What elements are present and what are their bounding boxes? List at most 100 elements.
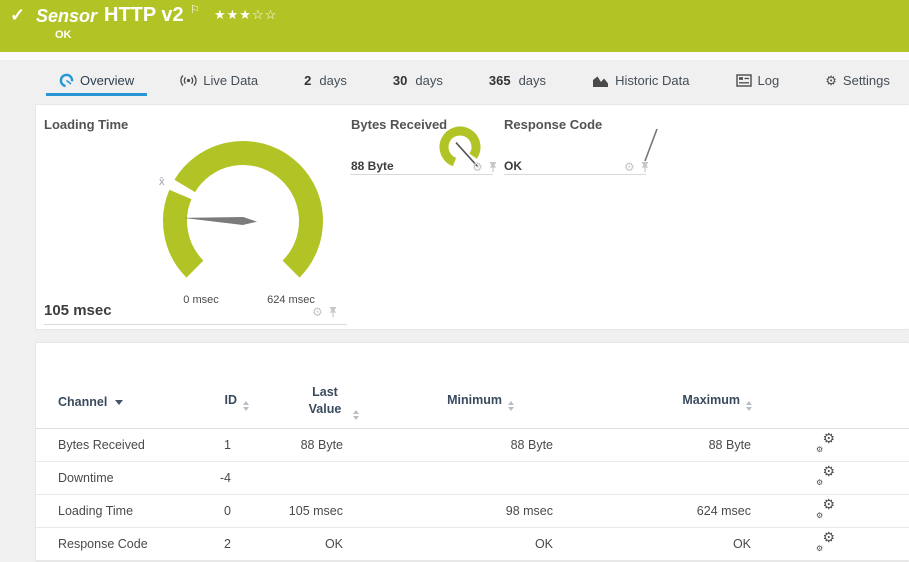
tab-2-days-label: days: [319, 73, 346, 88]
gauges-panel: Loading Time x̄ 0 msec 624 msec 105 msec…: [35, 104, 909, 330]
column-header-last-value[interactable]: Last Value: [249, 376, 359, 428]
column-header-channel-label: Channel: [58, 395, 107, 409]
channel-settings-icon[interactable]: ⚙⚙: [816, 534, 835, 551]
loading-time-actions: ⚙: [312, 306, 338, 318]
channel-minimum: 88 Byte: [359, 428, 554, 461]
sort-icon: [353, 410, 359, 420]
tab-365-days[interactable]: 365 days: [476, 73, 559, 96]
sort-desc-icon: [115, 400, 123, 405]
column-header-minimum-label: Minimum: [447, 393, 502, 407]
sort-icon: [746, 401, 752, 411]
divider: [350, 174, 493, 175]
gauge-icon: [59, 73, 74, 88]
pin-icon[interactable]: [640, 161, 650, 173]
column-header-maximum[interactable]: Maximum: [554, 376, 752, 428]
tab-365-days-label: days: [519, 73, 546, 88]
channel-name[interactable]: Loading Time: [36, 494, 211, 527]
tab-2-days[interactable]: 2 days: [291, 73, 360, 96]
tab-historic-data-label: Historic Data: [615, 73, 689, 88]
table-row: Response Code 2 OK OK OK ⚙⚙: [36, 527, 909, 560]
bytes-received-actions: ⚙: [472, 161, 498, 173]
gauge-needle: [645, 129, 657, 161]
channel-id: 0: [211, 494, 249, 527]
loading-time-title: Loading Time: [44, 117, 128, 132]
column-header-id-label: ID: [225, 393, 238, 407]
table-row: Bytes Received 1 88 Byte 88 Byte 88 Byte…: [36, 428, 909, 461]
area-chart-icon: [592, 74, 609, 88]
channel-name[interactable]: Downtime: [36, 461, 211, 494]
table-header-row: Channel ID Last Value Minimum Maximum: [36, 376, 909, 428]
sensor-kind-label: Sensor: [36, 6, 97, 27]
channel-last-value: [249, 461, 359, 494]
tab-30-days-number: 30: [393, 73, 407, 88]
column-header-channel[interactable]: Channel: [36, 376, 211, 428]
loading-time-value: 105 msec: [44, 302, 112, 319]
divider: [44, 324, 347, 325]
pin-icon[interactable]: [488, 161, 498, 173]
column-header-maximum-label: Maximum: [682, 393, 740, 407]
tab-30-days-label: days: [415, 73, 442, 88]
sensor-tab-bar: Overview Live Data 2 days 30 days 365 da…: [0, 60, 909, 96]
priority-stars[interactable]: ★★★☆☆: [214, 7, 277, 23]
table-row: Loading Time 0 105 msec 98 msec 624 msec…: [36, 494, 909, 527]
column-header-minimum[interactable]: Minimum: [359, 376, 554, 428]
channel-last-value: 88 Byte: [249, 428, 359, 461]
gear-icon[interactable]: ⚙: [472, 161, 483, 173]
column-header-settings: [752, 376, 909, 428]
tab-overview[interactable]: Overview: [46, 73, 147, 96]
tab-2-days-number: 2: [304, 73, 311, 88]
tab-settings-label: Settings: [843, 73, 890, 88]
response-code-title: Response Code: [504, 117, 602, 132]
tab-30-days[interactable]: 30 days: [380, 73, 456, 96]
gear-icon[interactable]: ⚙: [312, 306, 323, 318]
tab-historic-data[interactable]: Historic Data: [579, 73, 702, 96]
tab-log-label: Log: [758, 73, 780, 88]
bytes-received-value: 88 Byte: [351, 159, 394, 173]
header-divider: [0, 52, 909, 60]
tab-live-data-label: Live Data: [203, 73, 258, 88]
sensor-status-badge: OK: [55, 29, 72, 41]
channel-maximum: [554, 461, 752, 494]
gauge-scale-min: 0 msec: [169, 294, 233, 306]
channel-settings-icon[interactable]: ⚙⚙: [816, 435, 835, 452]
channel-minimum: 98 msec: [359, 494, 554, 527]
channel-minimum: OK: [359, 527, 554, 560]
response-code-gauge: [640, 125, 664, 165]
channels-table: Channel ID Last Value Minimum Maximum: [36, 376, 909, 561]
channels-panel: Channel ID Last Value Minimum Maximum: [35, 342, 909, 562]
live-signal-icon: [180, 74, 197, 87]
gauge-needle: [183, 217, 257, 225]
table-row: Downtime -4 ⚙⚙: [36, 461, 909, 494]
channel-name[interactable]: Response Code: [36, 527, 211, 560]
channel-id: 2: [211, 527, 249, 560]
channel-maximum: OK: [554, 527, 752, 560]
status-ok-check-icon: ✓: [10, 5, 25, 26]
favorite-flag-icon[interactable]: ⚐: [190, 3, 200, 16]
tab-365-days-number: 365: [489, 73, 511, 88]
log-list-icon: [736, 74, 752, 87]
pin-icon[interactable]: [328, 306, 338, 318]
mean-marker: x̄: [159, 176, 165, 188]
tab-live-data[interactable]: Live Data: [167, 73, 271, 96]
column-header-id[interactable]: ID: [211, 376, 249, 428]
channel-last-value: OK: [249, 527, 359, 560]
tab-overview-label: Overview: [80, 73, 134, 88]
channel-settings-icon[interactable]: ⚙⚙: [816, 468, 835, 485]
sensor-name: HTTP v2: [104, 4, 184, 27]
tab-settings[interactable]: ⚙ Settings: [812, 73, 903, 96]
channel-minimum: [359, 461, 554, 494]
channel-id: -4: [211, 461, 249, 494]
sort-icon: [243, 401, 249, 411]
channel-settings-icon[interactable]: ⚙⚙: [816, 501, 835, 518]
tab-log[interactable]: Log: [723, 73, 793, 96]
channel-name[interactable]: Bytes Received: [36, 428, 211, 461]
divider: [504, 174, 646, 175]
channel-maximum: 624 msec: [554, 494, 752, 527]
column-header-last-value-label: Last Value: [303, 384, 347, 418]
gear-icon[interactable]: ⚙: [624, 161, 635, 173]
response-code-value: OK: [504, 159, 522, 173]
channel-maximum: 88 Byte: [554, 428, 752, 461]
channel-last-value: 105 msec: [249, 494, 359, 527]
loading-time-gauge: x̄: [128, 131, 358, 306]
channel-id: 1: [211, 428, 249, 461]
